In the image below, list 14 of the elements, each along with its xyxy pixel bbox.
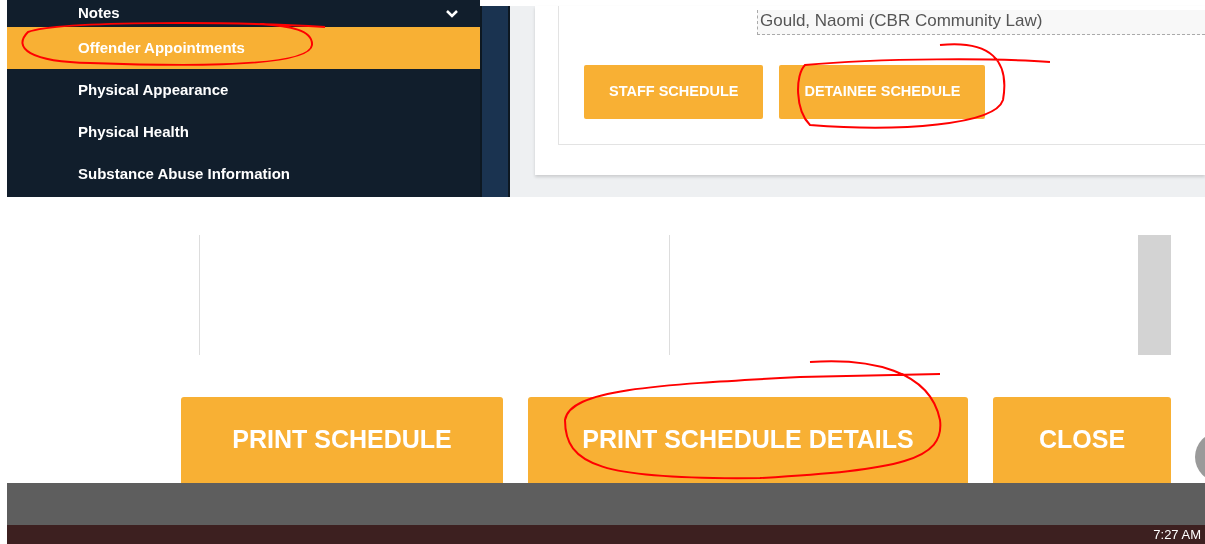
- sidebar-item[interactable]: Notes: [7, 0, 480, 27]
- close-button[interactable]: CLOSE: [993, 397, 1171, 483]
- schedule-button[interactable]: DETAINEE SCHEDULE: [779, 65, 986, 119]
- sidebar-item[interactable]: Physical Health: [7, 111, 480, 153]
- sidebar-item[interactable]: Physical Appearance: [7, 69, 480, 111]
- clock-time: 7:27 AM: [1153, 525, 1201, 544]
- sidebar-item[interactable]: Offender Appointments: [7, 27, 480, 69]
- chevron-icon: [446, 9, 458, 18]
- scrollbar-thumb[interactable]: [1138, 235, 1171, 355]
- attendees-field[interactable]: Gould, Naomi (CBR Community Law): [757, 10, 1205, 35]
- sidebar-item[interactable]: Substance Abuse Information: [7, 153, 480, 195]
- schedule-button[interactable]: STAFF SCHEDULE: [584, 65, 764, 119]
- print-button[interactable]: PRINT SCHEDULE DETAILS: [528, 397, 968, 483]
- print-button[interactable]: PRINT SCHEDULE: [181, 397, 503, 483]
